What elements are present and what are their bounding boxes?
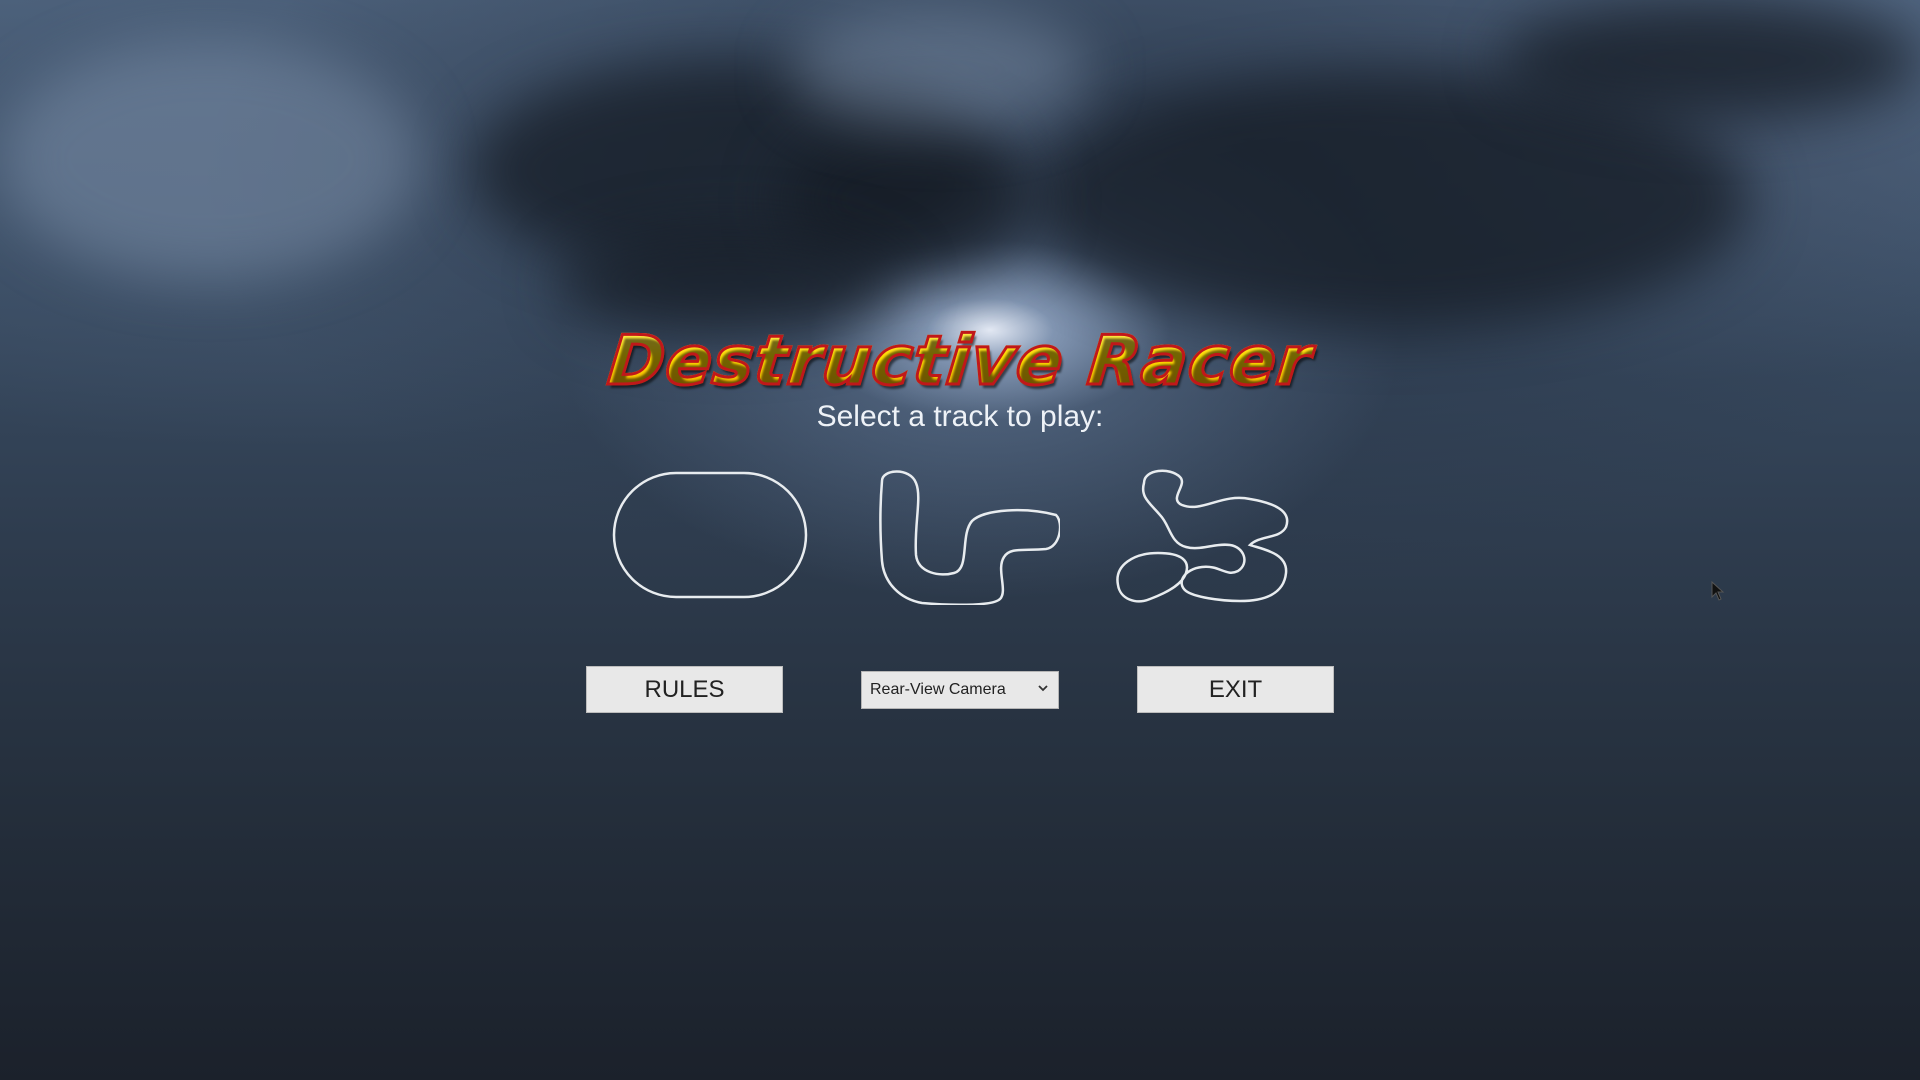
exit-button[interactable]: EXIT xyxy=(1137,666,1334,713)
winding-track-button[interactable] xyxy=(1110,465,1310,605)
rules-button[interactable]: RULES xyxy=(586,666,783,713)
cloud xyxy=(790,10,1090,130)
camera-select-value: Rear-View Camera xyxy=(870,681,1006,698)
oval-track-icon xyxy=(612,471,808,599)
camera-select[interactable]: Rear-View Camera xyxy=(861,671,1059,709)
cloud xyxy=(0,40,420,280)
track-select-prompt: Select a track to play: xyxy=(816,400,1104,433)
mouse-cursor-icon xyxy=(1711,581,1725,601)
game-title: Destructive Racer xyxy=(0,321,1920,403)
s-curve-track-icon xyxy=(879,470,1060,605)
chevron-down-icon xyxy=(1038,685,1048,692)
s-curve-track-button[interactable] xyxy=(860,465,1060,605)
winding-track-icon xyxy=(1116,469,1289,603)
cloud xyxy=(1500,0,1920,120)
oval-track-button[interactable] xyxy=(610,465,810,605)
